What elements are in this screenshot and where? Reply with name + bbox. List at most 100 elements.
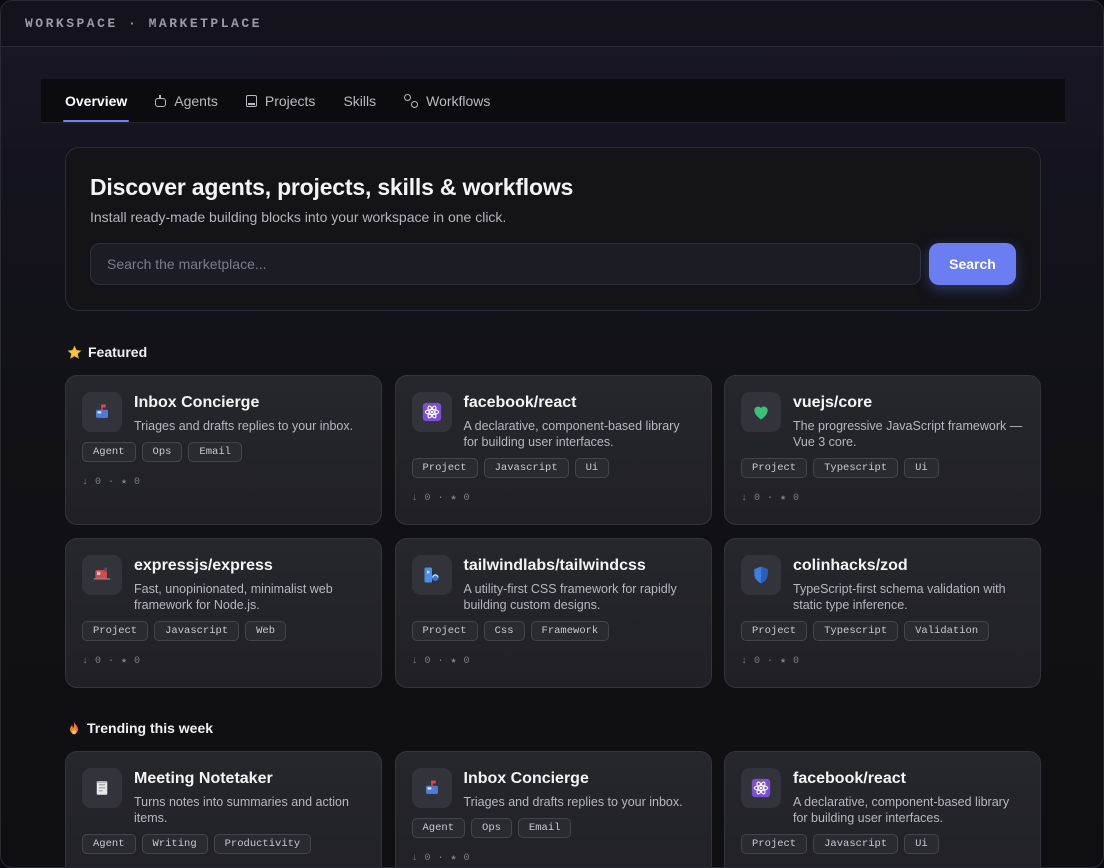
card-description: Turns notes into summaries and action it… (134, 795, 349, 825)
card-title: colinhacks/zod (793, 557, 908, 574)
fire-icon (69, 721, 79, 734)
tag[interactable]: Project (741, 834, 808, 854)
tag[interactable]: Writing (141, 834, 208, 854)
tag[interactable]: Project (411, 621, 478, 641)
card-title: Meeting Notetaker (134, 770, 273, 787)
tag-list: Project Typescript Ui (741, 458, 1024, 478)
tag[interactable]: Web (245, 621, 287, 641)
marketplace-window: WORKSPACE · MARKETPLACE Overview Agents … (0, 0, 1104, 868)
marketplace-card[interactable]: Inbox Concierge Triages and drafts replie… (394, 751, 712, 867)
marketplace-card[interactable]: expressjs/express Fast, unopinionated, mi… (65, 538, 382, 688)
card-header: vuejs/core The progressive JavaScript fra… (741, 392, 1024, 450)
tab-label: Agents (174, 92, 218, 109)
tab-overview[interactable]: Overview (62, 79, 130, 122)
tag[interactable]: Ops (471, 818, 512, 838)
swirl-icon (411, 555, 452, 595)
featured-heading: Featured (67, 344, 147, 360)
tag[interactable]: Ui (904, 458, 939, 478)
tag[interactable]: Framework (530, 621, 610, 641)
card-stats: ↓ 0 · ★ 0 (411, 656, 471, 667)
card-text: colinhacks/zod TypeScript-first schema va… (793, 555, 1023, 613)
marketplace-card[interactable]: Meeting Notetaker Turns notes into summar… (65, 751, 382, 867)
tab-label: Projects (264, 92, 316, 109)
card-header: Inbox Concierge Triages and drafts replie… (411, 768, 695, 810)
card-text: facebook/react A declarative, component-b… (464, 392, 694, 450)
card-header: colinhacks/zod TypeScript-first schema va… (741, 555, 1024, 613)
tag[interactable]: Javascript (483, 458, 569, 478)
tag[interactable]: Email (517, 818, 572, 838)
card-header: expressjs/express Fast, unopinionated, mi… (82, 555, 365, 613)
tag[interactable]: Typescript (813, 458, 899, 478)
tag[interactable]: Project (741, 621, 808, 641)
featured-grid: Inbox Concierge Triages and drafts replie… (65, 375, 1041, 688)
hero-title: Discover agents, projects, skills & work… (90, 174, 574, 200)
tag[interactable]: Ui (574, 458, 610, 478)
tag[interactable]: Productivity (213, 834, 312, 854)
card-title: tailwindlabs/tailwindcss (463, 557, 646, 574)
card-header: facebook/react A declarative, component-b… (741, 768, 1024, 826)
trending-grid: Meeting Notetaker Turns notes into summar… (65, 751, 1041, 867)
tag[interactable]: Agent (82, 442, 136, 462)
card-text: vuejs/core The progressive JavaScript fra… (793, 392, 1023, 450)
trending-title: Trending this week (87, 720, 214, 736)
titlebar: WORKSPACE · MARKETPLACE (1, 1, 1103, 47)
tag[interactable]: Project (741, 458, 808, 478)
tag[interactable]: Validation (904, 621, 990, 641)
card-header: Meeting Notetaker Turns notes into summar… (82, 768, 365, 826)
tag[interactable]: Agent (411, 818, 466, 838)
tag[interactable]: Agent (82, 834, 136, 854)
tab-label: Workflows (426, 92, 491, 109)
marketplace-card[interactable]: colinhacks/zod TypeScript-first schema va… (724, 538, 1041, 688)
card-title: vuejs/core (793, 394, 873, 411)
card-text: Inbox Concierge Triages and drafts replie… (134, 392, 364, 434)
card-text: expressjs/express Fast, unopinionated, mi… (134, 555, 364, 613)
card-title: facebook/react (793, 770, 906, 787)
tag-list: Agent Writing Productivity (82, 834, 365, 854)
green-heart-icon (741, 392, 781, 432)
tag[interactable]: Javascript (813, 834, 899, 854)
card-description: A utility-first CSS framework for rapidl… (463, 582, 677, 612)
marketplace-card[interactable]: Inbox Concierge Triages and drafts replie… (65, 375, 382, 525)
marketplace-card[interactable]: facebook/react A declarative, component-b… (394, 375, 712, 525)
tag[interactable]: Ui (904, 834, 939, 854)
tab-workflows[interactable]: Workflows (404, 79, 490, 122)
hero-panel: Discover agents, projects, skills & work… (65, 147, 1041, 311)
atom-icon (741, 768, 781, 808)
marketplace-card[interactable]: vuejs/core The progressive JavaScript fra… (724, 375, 1041, 525)
tab-label: Skills (343, 92, 377, 109)
card-stats: ↓ 0 · ★ 0 (82, 656, 141, 667)
trending-heading: Trending this week (67, 720, 213, 736)
card-description: Triages and drafts replies to your inbox… (463, 795, 683, 809)
tab-agents[interactable]: Agents (155, 79, 218, 122)
tag[interactable]: Email (188, 442, 242, 462)
card-header: facebook/react A declarative, component-b… (411, 392, 695, 450)
tag[interactable]: Ops (141, 442, 183, 462)
search-button[interactable]: Search (929, 243, 1016, 285)
card-stats: ↓ 0 · ★ 0 (411, 493, 471, 504)
marketplace-card[interactable]: facebook/react A declarative, component-b… (724, 751, 1041, 867)
card-stats: ↓ 0 · ★ 0 (411, 853, 471, 864)
book-icon (245, 94, 257, 107)
star-icon (67, 345, 82, 359)
card-title: Inbox Concierge (463, 770, 589, 787)
window-title: WORKSPACE · MARKETPLACE (25, 16, 262, 31)
card-text: tailwindlabs/tailwindcss A utility-first … (464, 555, 694, 613)
tag[interactable]: Css (483, 621, 525, 641)
tag[interactable]: Project (82, 621, 149, 641)
tag[interactable]: Typescript (813, 621, 899, 641)
card-description: Triages and drafts replies to your inbox… (134, 419, 354, 433)
tag[interactable]: Project (411, 458, 478, 478)
card-description: Fast, unopinionated, minimalist web fram… (134, 582, 333, 612)
notepad-icon (82, 768, 122, 808)
tag[interactable]: Javascript (154, 621, 240, 641)
mailbox-icon (82, 392, 122, 432)
card-text: facebook/react A declarative, component-b… (793, 768, 1023, 826)
marketplace-card[interactable]: tailwindlabs/tailwindcss A utility-first … (394, 538, 712, 688)
featured-title: Featured (88, 344, 148, 360)
card-header: Inbox Concierge Triages and drafts replie… (82, 392, 365, 434)
search-input[interactable] (90, 243, 921, 285)
tab-skills[interactable]: Skills (343, 79, 376, 122)
card-description: A declarative, component-based library f… (793, 795, 1010, 825)
tag-list: Project Javascript Ui (741, 834, 1024, 854)
tab-projects[interactable]: Projects (245, 79, 316, 122)
